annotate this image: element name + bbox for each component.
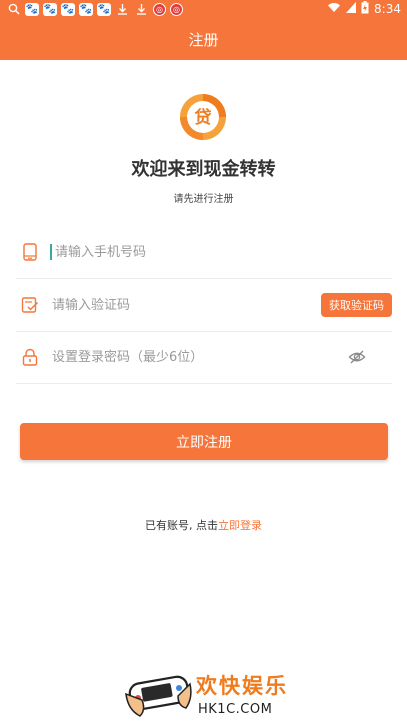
code-row: 获取验证码: [16, 279, 392, 332]
status-bar: 🐾 🐾 🐾 🐾 🐾 ◎ ◎ 8:34: [0, 0, 407, 18]
welcome-subtitle: 请先进行注册: [173, 194, 234, 205]
gamepad-hands-icon: [125, 675, 192, 717]
red-app-icon: ◎: [153, 2, 166, 16]
watermark-url: HK1C.COM: [198, 702, 273, 717]
battery-charging-icon: [361, 1, 369, 17]
password-input[interactable]: [50, 348, 304, 366]
password-row: [16, 331, 392, 384]
phone-icon: [20, 242, 40, 262]
login-prompt: 已有账号, 点击立即登录: [0, 517, 407, 533]
watermark-text: 欢快娱乐: [196, 674, 288, 698]
baidu-paw-icon: 🐾: [25, 2, 39, 16]
page-title: 注册: [188, 30, 219, 49]
lock-icon: [20, 347, 40, 367]
wifi-icon: [327, 2, 341, 16]
app-header: 注册: [0, 18, 407, 60]
phone-row: [16, 226, 392, 279]
watermark-logo: 欢快娱乐 HK1C.COM: [124, 666, 294, 722]
text-cursor: [50, 244, 52, 260]
app-logo: 贷: [179, 93, 227, 141]
eye-hidden-icon[interactable]: [348, 348, 366, 366]
search-icon: [6, 3, 21, 16]
phone-input[interactable]: [53, 243, 307, 261]
logo-character: 贷: [195, 107, 212, 128]
login-prompt-text: 已有账号, 点击: [145, 519, 218, 532]
download-icon: [134, 3, 149, 16]
welcome-title: 欢迎来到现金转转: [131, 159, 276, 180]
download-icon: [115, 3, 130, 16]
baidu-paw-icon: 🐾: [79, 2, 93, 16]
baidu-paw-icon: 🐾: [61, 2, 75, 16]
get-code-button[interactable]: 获取验证码: [321, 293, 392, 317]
red-app-icon: ◎: [170, 2, 183, 16]
register-button[interactable]: 立即注册: [20, 423, 388, 460]
verify-icon: [20, 295, 40, 315]
clock-time: 8:34: [374, 2, 401, 16]
baidu-paw-icon: 🐾: [97, 2, 111, 16]
verification-code-input[interactable]: [50, 296, 304, 314]
baidu-paw-icon: 🐾: [43, 2, 57, 16]
login-link[interactable]: 立即登录: [218, 519, 262, 532]
signal-icon: [346, 2, 357, 16]
